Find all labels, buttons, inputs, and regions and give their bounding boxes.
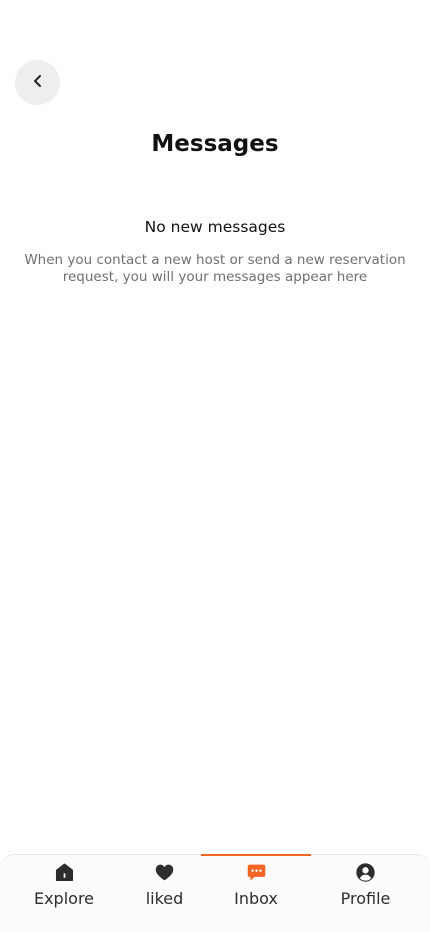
messages-screen: Messages No new messages When you contac…	[0, 0, 430, 932]
tab-label: Inbox	[234, 889, 278, 908]
active-tab-indicator	[201, 854, 311, 856]
tab-label: Profile	[340, 889, 391, 908]
tab-explore[interactable]: Explore	[0, 855, 128, 932]
tab-label: Explore	[33, 889, 95, 908]
tab-liked[interactable]: liked	[128, 855, 201, 932]
tab-label: liked	[145, 889, 184, 908]
back-button[interactable]	[15, 60, 60, 105]
chevron-left-icon	[31, 73, 45, 92]
user-icon	[355, 862, 376, 883]
tab-profile[interactable]: Profile	[311, 855, 420, 932]
empty-state-heading: No new messages	[144, 218, 286, 236]
empty-state-description: When you contact a new host or send a ne…	[24, 252, 406, 285]
page-title: Messages	[151, 131, 279, 157]
chat-icon	[246, 862, 267, 883]
home-icon	[54, 862, 75, 883]
heart-icon	[154, 862, 175, 883]
bottom-tab-bar: Explore liked Inbox Profile	[0, 854, 430, 932]
tab-inbox[interactable]: Inbox	[201, 854, 311, 932]
